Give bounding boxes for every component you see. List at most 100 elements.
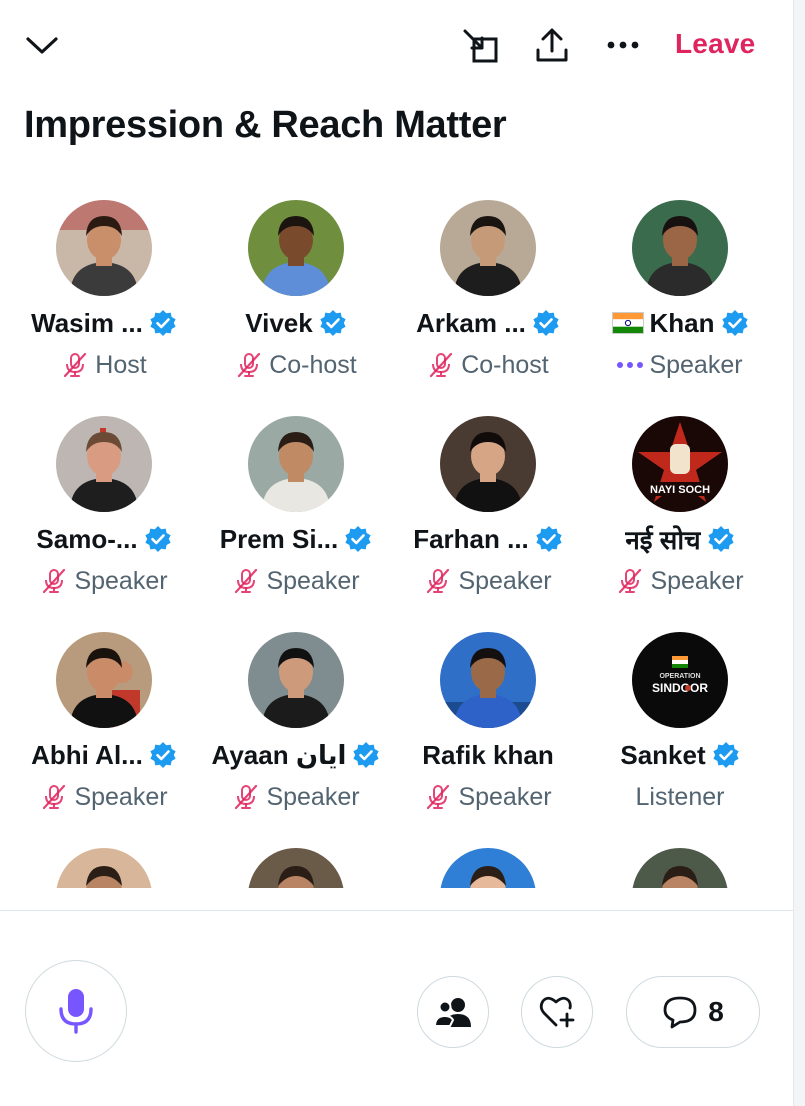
- participant-avatar[interactable]: [440, 416, 536, 512]
- muted-mic-icon: [43, 568, 66, 594]
- participant-card[interactable]: NAYI SOCH नई सोच Speaker: [584, 414, 776, 630]
- space-panel: Leave Impression & Reach Matter Wasim ..…: [0, 0, 793, 1106]
- verified-badge-icon: [536, 526, 562, 552]
- collapse-chevron-icon[interactable]: [22, 28, 62, 62]
- verified-badge-icon: [150, 310, 176, 336]
- comments-button[interactable]: 8: [626, 976, 760, 1048]
- participant-role-row: Listener: [584, 780, 776, 814]
- participant-avatar[interactable]: [632, 200, 728, 296]
- leave-button[interactable]: Leave: [675, 28, 755, 60]
- participant-card[interactable]: OPERATION SINDOOR Sanket Listener: [584, 630, 776, 846]
- verified-badge-icon: [150, 742, 176, 768]
- muted-mic-icon: [43, 784, 66, 810]
- participant-name: Vivek: [245, 307, 313, 338]
- participant-card[interactable]: Rafik khan Speaker: [392, 630, 584, 846]
- participant-card[interactable]: Vivek Co-host: [200, 198, 392, 414]
- participant-card[interactable]: Prem Si... Speaker: [200, 414, 392, 630]
- participant-card[interactable]: Farhan ... Speaker: [392, 414, 584, 630]
- participant-role: Co-host: [461, 350, 549, 379]
- participant-name-row: Farhan ...: [392, 522, 584, 556]
- more-options-icon[interactable]: [603, 30, 643, 60]
- people-icon: [434, 998, 471, 1027]
- participant-avatar[interactable]: [56, 632, 152, 728]
- participant-avatar[interactable]: [56, 200, 152, 296]
- space-title: Impression & Reach Matter: [24, 104, 507, 146]
- india-flag-icon: [611, 312, 644, 334]
- participant-card[interactable]: Khan Speaker: [584, 198, 776, 414]
- svg-text:NAYI SOCH: NAYI SOCH: [650, 484, 710, 496]
- participant-card[interactable]: Abhi Al... Speaker: [8, 630, 200, 846]
- participant-avatar[interactable]: [632, 848, 728, 888]
- comment-bubble-icon: [663, 996, 697, 1029]
- participant-role-row: Speaker: [8, 564, 200, 598]
- participant-role: Speaker: [458, 566, 552, 595]
- participant-role: Speaker: [458, 782, 552, 811]
- participant-name: Khan: [649, 307, 715, 338]
- participant-avatar[interactable]: NAYI SOCH: [632, 416, 728, 512]
- participant-name-row: नई सोच: [584, 522, 776, 556]
- participant-card[interactable]: Samo-... Speaker: [8, 414, 200, 630]
- participant-role: Speaker: [74, 566, 168, 595]
- participant-role: Speaker: [74, 782, 168, 811]
- participant-avatar[interactable]: [248, 416, 344, 512]
- participant-avatar[interactable]: [248, 848, 344, 888]
- participant-name-row: Khan: [584, 306, 776, 340]
- verified-badge-icon: [353, 742, 380, 768]
- share-icon[interactable]: [531, 24, 573, 66]
- participant-card[interactable]: Ayaan ایان Speaker: [200, 630, 392, 846]
- participant-name-row: Sanket: [584, 738, 776, 772]
- participant-role-row: Speaker: [392, 780, 584, 814]
- participant-role-row: Speaker: [200, 780, 392, 814]
- muted-mic-icon: [238, 352, 261, 378]
- participant-card[interactable]: Arkam ... Co-host: [392, 198, 584, 414]
- participant-avatar[interactable]: [440, 848, 536, 888]
- participant-name: Abhi Al...: [31, 739, 143, 770]
- participants-button[interactable]: [417, 976, 489, 1048]
- participant-name-row: Rafik khan: [392, 738, 584, 772]
- participant-role: Co-host: [269, 350, 357, 379]
- participant-role: Listener: [635, 782, 725, 811]
- microphone-button[interactable]: [25, 960, 127, 1062]
- participant-card[interactable]: [584, 846, 776, 888]
- minimize-dock-icon[interactable]: [458, 26, 502, 66]
- participant-name: Samo-...: [36, 523, 138, 554]
- participant-role: Host: [95, 350, 147, 379]
- participant-avatar[interactable]: [440, 200, 536, 296]
- participant-avatar[interactable]: [56, 416, 152, 512]
- react-button[interactable]: [521, 976, 593, 1048]
- muted-mic-icon: [427, 784, 450, 810]
- participant-avatar[interactable]: [248, 200, 344, 296]
- participant-role-row: Co-host: [200, 348, 392, 382]
- participant-name: Wasim ...: [31, 307, 143, 338]
- participant-role-row: Speaker: [200, 564, 392, 598]
- participant-card[interactable]: [392, 846, 584, 888]
- participant-name: Ayaan ایان: [211, 739, 347, 770]
- participant-avatar[interactable]: OPERATION SINDOOR: [632, 632, 728, 728]
- window-edge: [793, 0, 805, 1106]
- participant-avatar[interactable]: [56, 848, 152, 888]
- participant-name-row: Prem Si...: [200, 522, 392, 556]
- participant-name: Arkam ...: [416, 307, 526, 338]
- participant-card[interactable]: [200, 846, 392, 888]
- participant-role: Speaker: [650, 566, 744, 595]
- muted-mic-icon: [430, 352, 453, 378]
- heart-plus-icon: [539, 996, 575, 1028]
- participant-name-row: Vivek: [200, 306, 392, 340]
- participant-name: Prem Si...: [219, 523, 339, 554]
- bottom-divider: [0, 910, 793, 911]
- participant-avatar[interactable]: [440, 632, 536, 728]
- muted-mic-icon: [427, 568, 450, 594]
- verified-badge-icon: [708, 526, 734, 552]
- verified-badge-icon: [320, 310, 346, 336]
- participant-role-row: Co-host: [392, 348, 584, 382]
- participant-role-row: Speaker: [8, 780, 200, 814]
- verified-badge-icon: [533, 310, 559, 336]
- participants-area: Wasim ... Host Vivek Co-host Arkam ... C…: [0, 198, 793, 888]
- participant-card[interactable]: [8, 846, 200, 888]
- participant-card[interactable]: Wasim ... Host: [8, 198, 200, 414]
- speaking-dots-icon: [617, 362, 644, 368]
- participant-name: Sanket: [620, 739, 706, 770]
- participant-avatar[interactable]: [248, 632, 344, 728]
- participant-role-row: Speaker: [584, 564, 776, 598]
- participant-name-row: Arkam ...: [392, 306, 584, 340]
